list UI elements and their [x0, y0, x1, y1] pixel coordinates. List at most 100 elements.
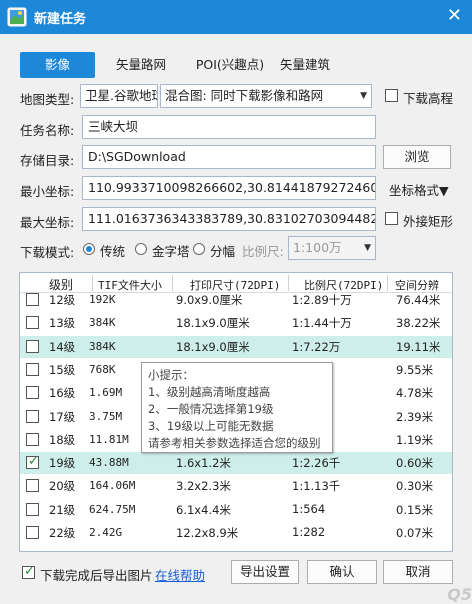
cell-resolution: 9.55米 [396, 362, 434, 377]
tooltip-line: 请参考相关参数选择适合您的级别 [148, 436, 321, 450]
scale-value: 1:100万 [293, 240, 342, 255]
map-mode-select[interactable]: 混合图: 同时下载影像和路网 ▼ [160, 84, 372, 108]
title-bar: 新建任务 ✕ [0, 0, 472, 34]
cell-print-size: 18.1x9.0厘米 [176, 339, 250, 354]
download-elevation-label: 下载高程 [403, 91, 454, 106]
level-checkbox[interactable] [26, 316, 39, 330]
cell-scale: 1:282 [292, 525, 326, 539]
task-name-input[interactable]: 三峡大坝 [82, 115, 376, 139]
mode-pyramid-radio[interactable] [135, 243, 147, 255]
cell-tif-size: 3.75M [89, 409, 123, 423]
mode-traditional-radio[interactable] [83, 243, 95, 255]
export-image-checkbox[interactable] [22, 564, 35, 579]
storage-dir-input[interactable]: D:\SGDownload [82, 145, 376, 169]
mode-sheet-radio[interactable] [193, 243, 205, 255]
table-row[interactable]: 13级 384K 18.1x9.0厘米 1:1.44十万 38.22米 [20, 312, 452, 334]
cell-scale: 1:1.44十万 [292, 316, 352, 331]
cell-tif-size: 11.81M [89, 432, 129, 446]
cell-tif-size: 768K [89, 362, 116, 376]
cell-resolution: 4.78米 [396, 386, 434, 401]
level-checkbox[interactable] [26, 293, 39, 306]
tooltip-title: 小提示： [148, 368, 194, 382]
tab-poi[interactable]: POI(兴趣点) [185, 52, 275, 78]
tab-vector-buildings[interactable]: 矢量建筑 [270, 52, 340, 78]
watermark-logo: Q5 [447, 585, 472, 604]
cell-scale: 1:564 [292, 501, 326, 516]
cell-tif-size: 2.42G [89, 526, 123, 539]
cell-scale: 1:2.26千 [292, 456, 341, 471]
download-mode-label: 下载模式: [20, 245, 75, 260]
max-coord-input[interactable]: 111.0163736343383789,30.8310270309448242 [82, 207, 376, 231]
map-source-value: 卫星.谷歌地球 [85, 88, 158, 103]
cell-level: 22级 [49, 526, 76, 540]
cell-level: 13级 [49, 316, 76, 331]
min-coord-input[interactable]: 110.9933710098266602,30.8144187927246094 [82, 176, 376, 200]
outer-rect-label: 外接矩形 [403, 214, 454, 229]
mode-pyramid-label: 金字塔 [152, 244, 190, 259]
cell-scale: 1:2.89十万 [292, 293, 352, 307]
online-help-link[interactable]: 在线帮助 [155, 565, 205, 584]
min-coord-label: 最小坐标: [20, 184, 75, 199]
level-checkbox[interactable] [26, 526, 39, 539]
table-row[interactable]: 19级 43.88M 1.6x1.2米 1:2.26千 0.60米 [20, 452, 452, 475]
table-row[interactable]: 20级 164.06M 3.2x2.3米 1:1.13千 0.30米 [20, 475, 452, 497]
cell-print-size: 3.2x2.3米 [176, 479, 231, 494]
cell-tif-size: 43.88M [89, 456, 129, 470]
confirm-button[interactable]: 确认 [307, 560, 377, 584]
tooltip-line: 2、一般情况选择第19级 [148, 402, 274, 416]
table-row[interactable]: 12级 192K 9.0x9.0厘米 1:2.89十万 76.44米 [20, 289, 452, 311]
table-row[interactable]: 22级 2.42G 12.2x8.9米 1:282 0.07米 [20, 522, 452, 544]
export-settings-button[interactable]: 导出设置 [231, 560, 299, 584]
level-checkbox[interactable] [26, 386, 39, 400]
download-elevation-checkbox[interactable] [385, 89, 398, 102]
level-checkbox[interactable] [26, 409, 39, 423]
browse-button[interactable]: 浏览 [383, 145, 451, 169]
level-checkbox[interactable] [26, 479, 39, 493]
mode-traditional-label: 传统 [100, 244, 126, 259]
tips-tooltip: 小提示： 1、级别越高清晰度越高 2、一般情况选择第19级 3、19级以上可能无… [141, 362, 333, 453]
cell-resolution: 76.44米 [396, 293, 441, 307]
map-mode-value: 混合图: 同时下载影像和路网 [165, 88, 324, 103]
cell-scale: 1:1.13千 [292, 479, 341, 494]
close-icon[interactable]: ✕ [447, 5, 462, 26]
cell-print-size: 9.0x9.0厘米 [176, 293, 243, 307]
cell-tif-size: 384K [89, 316, 116, 330]
cell-resolution: 38.22米 [396, 316, 441, 331]
cell-level: 18级 [49, 432, 76, 447]
level-checkbox[interactable] [26, 454, 39, 470]
cancel-button[interactable]: 取消 [383, 560, 453, 584]
tab-vector-roads[interactable]: 矢量路网 [106, 52, 176, 78]
coord-format-dropdown[interactable]: 坐标格式▼ [389, 180, 449, 199]
task-name-label: 任务名称: [20, 123, 75, 138]
chevron-down-icon: ▼ [360, 91, 367, 101]
outer-rect-checkbox[interactable] [385, 212, 398, 225]
table-row[interactable]: 14级 384K 18.1x9.0厘米 1:7.22万 19.11米 [20, 335, 452, 358]
level-checkbox[interactable] [26, 362, 39, 376]
cell-print-size: 1.6x1.2米 [176, 456, 231, 471]
max-coord-label: 最大坐标: [20, 215, 75, 230]
window-title: 新建任务 [34, 12, 87, 27]
tab-imagery[interactable]: 影像 [20, 52, 95, 78]
table-row[interactable]: 21级 624.75M 6.1x4.4米 1:564 0.15米 [20, 499, 452, 521]
level-checkbox[interactable] [26, 502, 39, 516]
cell-level: 14级 [49, 339, 76, 354]
cell-level: 20级 [49, 479, 76, 494]
cell-tif-size: 624.75M [89, 502, 136, 516]
cell-resolution: 19.11米 [396, 339, 441, 354]
mode-sheet-label: 分幅 [210, 244, 236, 259]
cell-resolution: 2.39米 [396, 409, 434, 424]
cell-resolution: 0.60米 [396, 456, 434, 471]
cell-print-size: 18.1x9.0厘米 [176, 316, 250, 331]
cell-tif-size: 1.69M [89, 386, 123, 400]
cell-resolution: 0.30米 [396, 479, 434, 494]
cell-level: 19级 [49, 456, 76, 471]
cell-tif-size: 192K [89, 293, 116, 306]
map-source-select[interactable]: 卫星.谷歌地球 [80, 84, 158, 108]
cell-resolution: 0.15米 [396, 502, 434, 517]
scale-select[interactable]: 1:100万 ▼ [288, 236, 376, 260]
cell-level: 16级 [49, 386, 76, 401]
level-checkbox[interactable] [26, 432, 39, 446]
cell-tif-size: 164.06M [89, 479, 136, 493]
level-checkbox[interactable] [26, 339, 39, 353]
export-image-label: 下载完成后导出图片 [40, 568, 153, 583]
